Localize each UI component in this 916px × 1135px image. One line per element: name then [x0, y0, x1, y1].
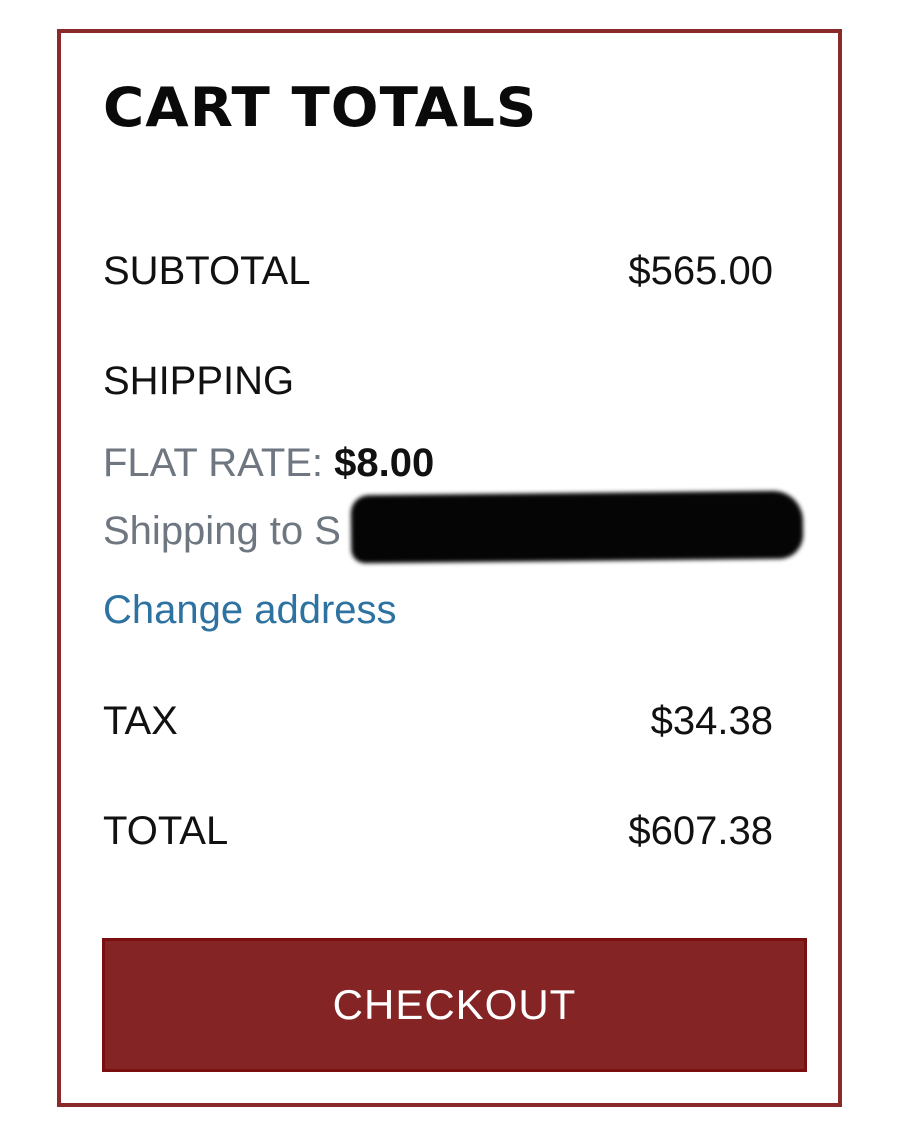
- tax-label: TAX: [103, 699, 178, 743]
- total-label: TOTAL: [103, 809, 229, 853]
- change-address-link[interactable]: Change address: [103, 590, 397, 630]
- cart-totals-panel: CART TOTALS SUBTOTAL $565.00 SHIPPING FL…: [57, 29, 842, 1107]
- subtotal-value: $565.00: [628, 249, 773, 293]
- shipping-method-amount: $8.00: [334, 441, 435, 485]
- total-value: $607.38: [628, 809, 773, 853]
- checkout-button[interactable]: CHECKOUT: [102, 938, 807, 1072]
- subtotal-row: SUBTOTAL $565.00: [103, 251, 773, 291]
- cart-totals-title: CART TOTALS: [103, 76, 538, 139]
- shipping-label: SHIPPING: [103, 359, 295, 403]
- tax-value: $34.38: [650, 699, 773, 743]
- shipping-destination: Shipping to S: [103, 509, 341, 553]
- redaction-mark: [350, 490, 804, 564]
- shipping-method: FLAT RATE: $8.00: [103, 443, 434, 483]
- total-row: TOTAL $607.38: [103, 811, 773, 851]
- subtotal-label: SUBTOTAL: [103, 249, 311, 293]
- shipping-method-label: FLAT RATE:: [103, 441, 324, 485]
- tax-row: TAX $34.38: [103, 701, 773, 741]
